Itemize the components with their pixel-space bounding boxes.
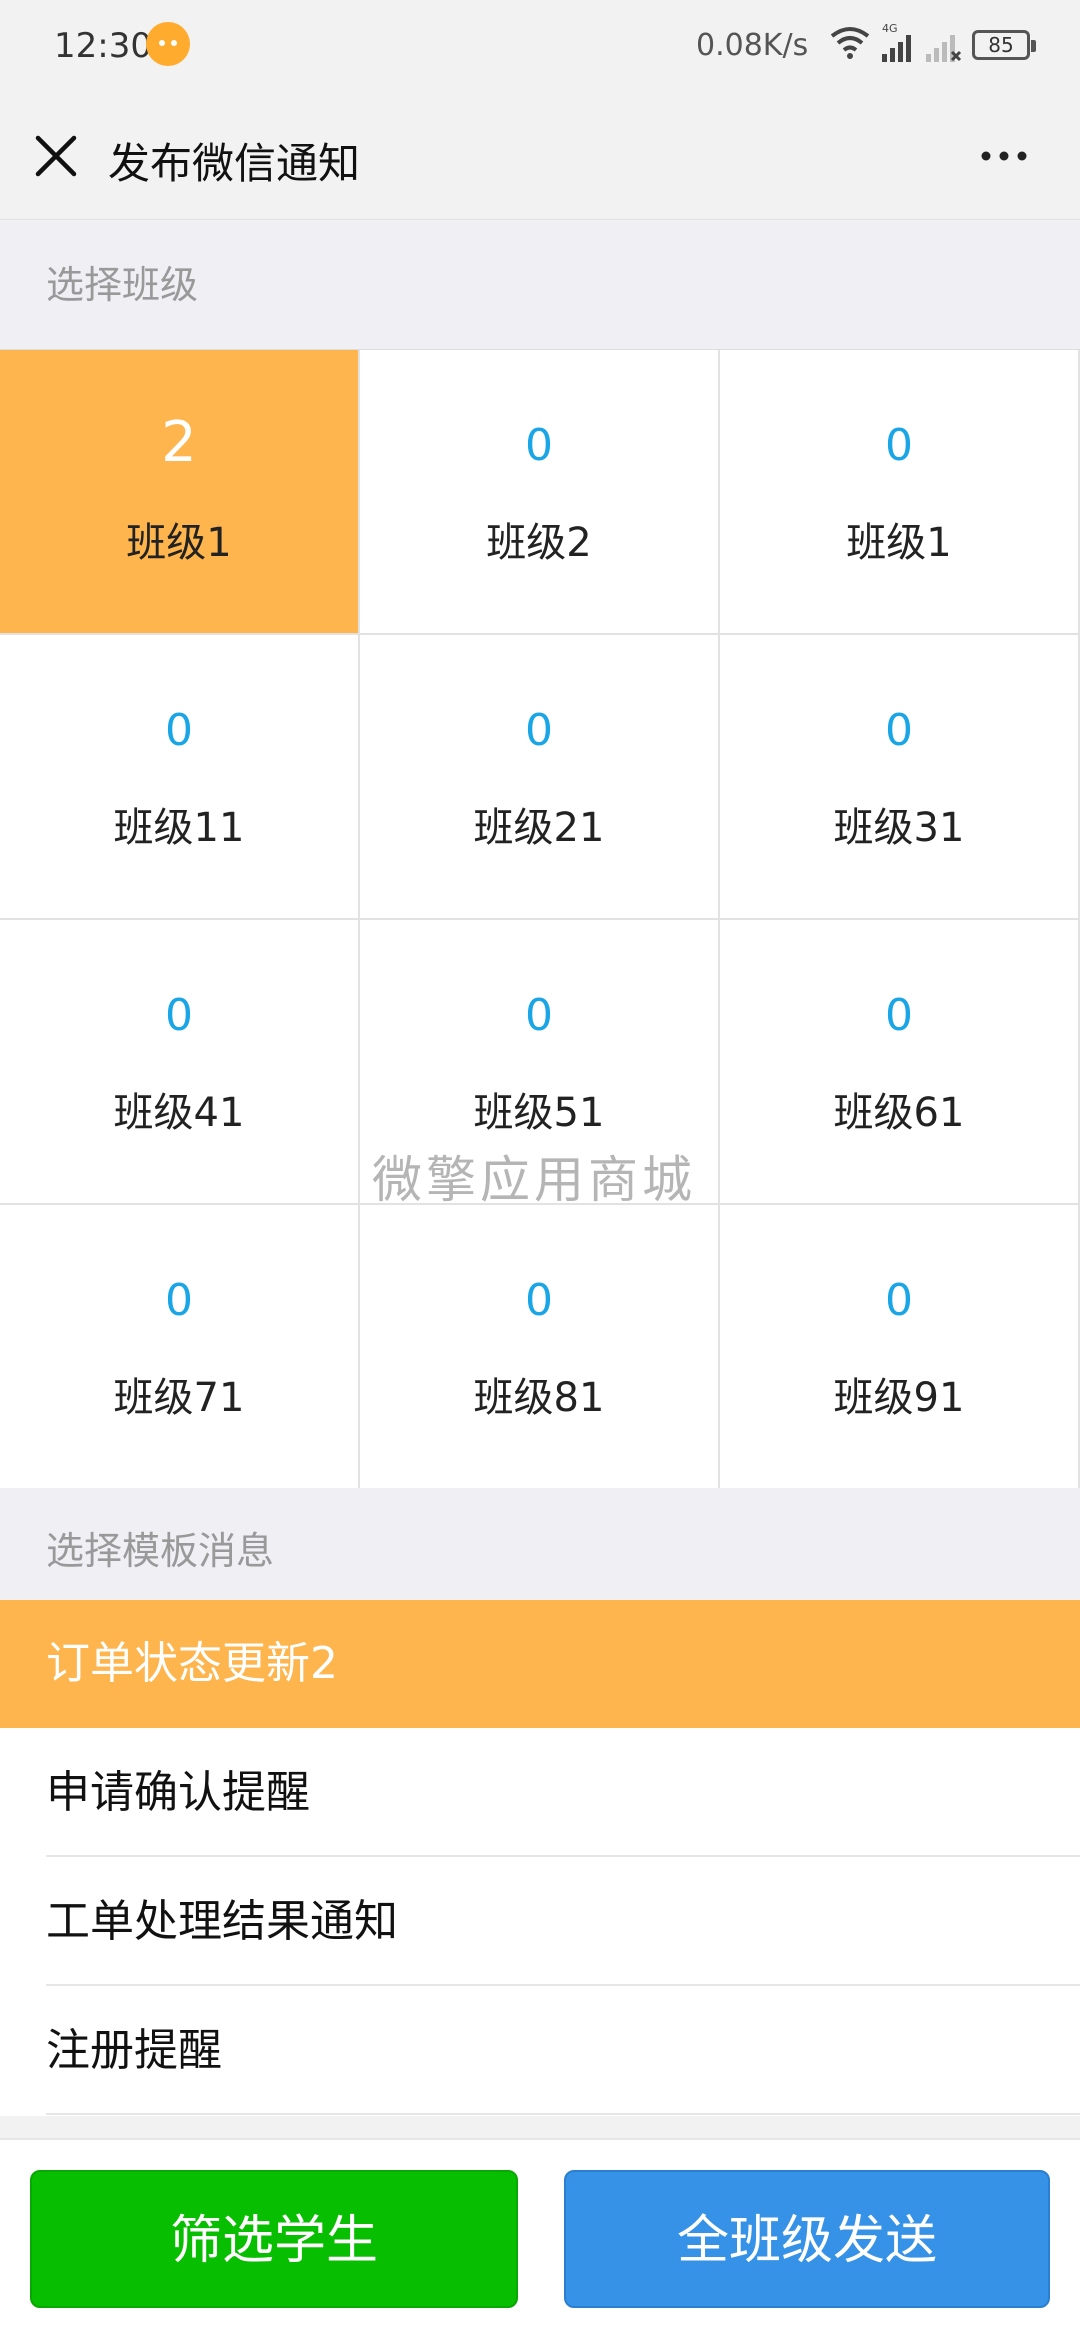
class-section-header: 选择班级 [0,221,1080,349]
divider [46,1855,1080,1857]
class-grid: 2 班级1 0 班级2 0 班级1 0 班级11 0 班级21 0 班级31 0… [0,349,1080,1490]
class-cell[interactable]: 2 班级1 [0,350,360,635]
class-count: 0 [525,990,553,1041]
filter-students-button[interactable]: 筛选学生 [30,2170,518,2308]
class-count: 0 [525,705,553,756]
close-icon[interactable] [30,130,82,182]
page-title: 发布微信通知 [108,139,361,188]
template-label: 申请确认提醒 [46,1767,310,1818]
nav-bar: 发布微信通知 [0,92,1080,220]
template-list: 订单状态更新2 申请确认提醒 工单处理结果通知 注册提醒 [0,1600,1080,2116]
class-count: 0 [165,1275,193,1326]
footer-bar: 筛选学生 全班级发送 [0,2138,1080,2340]
class-name: 班级21 [473,805,605,851]
signal-off-icon [926,35,962,62]
status-time: 12:30 [54,26,152,66]
class-count: 0 [885,990,913,1041]
class-count: 0 [525,1275,553,1326]
template-item[interactable]: 工单处理结果通知 [0,1858,1080,1986]
class-name: 班级31 [833,805,965,851]
template-item[interactable]: 申请确认提醒 [0,1729,1080,1857]
class-name: 班级41 [113,1090,245,1136]
class-name: 班级61 [833,1090,965,1136]
class-name: 班级1 [846,520,952,566]
class-count: 0 [885,705,913,756]
class-name: 班级71 [113,1375,245,1421]
class-cell[interactable]: 0 班级31 [720,635,1080,920]
send-all-classes-button[interactable]: 全班级发送 [564,2170,1050,2308]
template-section-header: 选择模板消息 [0,1488,1080,1600]
class-cell[interactable]: 0 班级21 [360,635,720,920]
more-icon[interactable] [976,134,1036,178]
template-label: 工单处理结果通知 [46,1896,398,1947]
class-cell[interactable]: 0 班级61 [720,920,1080,1205]
network-type-label: 4G [882,22,898,35]
divider [46,1984,1080,1986]
template-item[interactable]: 注册提醒 [0,1987,1080,2115]
signal-icon: 4G [882,22,911,62]
template-label: 注册提醒 [46,2025,222,2076]
class-name: 班级51 [473,1090,605,1136]
class-cell[interactable]: 0 班级1 [720,350,1080,635]
message-icon [146,22,190,66]
battery-icon: 85 [972,30,1036,60]
class-count: 2 [161,410,197,475]
class-name: 班级91 [833,1375,965,1421]
status-bar: 12:30 0.08K/s 4G 85 [0,0,1080,92]
class-count: 0 [165,990,193,1041]
class-cell[interactable]: 0 班级71 [0,1205,360,1490]
divider [46,2113,1080,2115]
class-cell[interactable]: 0 班级41 [0,920,360,1205]
class-name: 班级1 [126,520,232,566]
template-label: 订单状态更新2 [46,1638,338,1689]
class-name: 班级81 [473,1375,605,1421]
class-name: 班级11 [113,805,245,851]
template-item[interactable]: 订单状态更新2 [0,1600,1080,1728]
class-count: 0 [885,1275,913,1326]
class-cell[interactable]: 0 班级91 [720,1205,1080,1490]
class-count: 0 [885,420,913,471]
battery-level: 85 [988,33,1014,57]
net-speed: 0.08K/s [696,28,809,63]
class-count: 0 [525,420,553,471]
class-name: 班级2 [486,520,592,566]
class-cell[interactable]: 0 班级51 [360,920,720,1205]
class-count: 0 [165,705,193,756]
class-cell[interactable]: 0 班级11 [0,635,360,920]
wifi-icon [830,27,870,59]
class-cell[interactable]: 0 班级81 [360,1205,720,1490]
class-cell[interactable]: 0 班级2 [360,350,720,635]
page: 12:30 0.08K/s 4G 85 发布微信通知 选择班级 2 班级1 0 … [0,0,1080,2340]
